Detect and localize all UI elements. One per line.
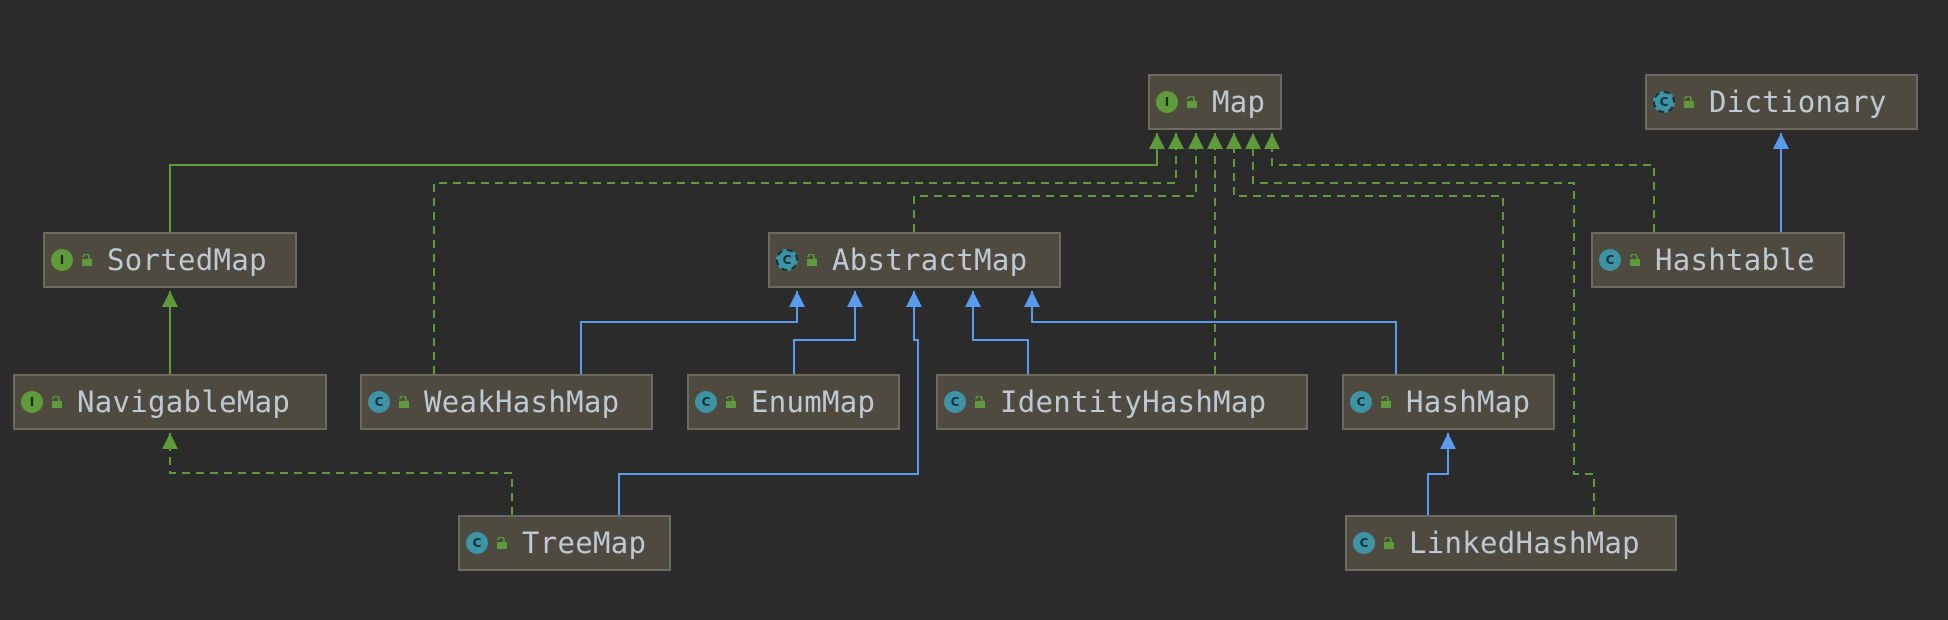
- class-icon: C: [466, 532, 488, 554]
- node-identityhashmap[interactable]: C IdentityHashMap: [936, 374, 1308, 430]
- interface-icon: I: [51, 249, 73, 271]
- edge-linkedhashmap-to-hashmap: [1427, 433, 1456, 515]
- edge-linkedhashmap-to-map: [1245, 133, 1595, 515]
- class-icon: C: [695, 391, 717, 413]
- node-hashmap[interactable]: C HashMap: [1342, 374, 1555, 430]
- node-label: HashMap: [1406, 385, 1531, 419]
- edge-treemap-to-navigablemap: [162, 433, 513, 515]
- class-icon: C: [1353, 532, 1375, 554]
- edge-enummap-to-abstractmap: [793, 291, 863, 374]
- lock-icon: [497, 537, 507, 549]
- lock-icon: [1381, 396, 1391, 408]
- node-label: NavigableMap: [77, 385, 291, 419]
- lock-icon: [807, 254, 817, 266]
- node-navigablemap[interactable]: I NavigableMap: [13, 374, 327, 430]
- lock-icon: [975, 396, 985, 408]
- node-label: Dictionary: [1709, 85, 1887, 119]
- node-treemap[interactable]: C TreeMap: [458, 515, 671, 571]
- abstract-class-icon: C: [776, 249, 798, 271]
- edge-hashmap-to-map: [1226, 133, 1504, 374]
- node-hashtable[interactable]: C Hashtable: [1591, 232, 1845, 288]
- node-weakhashmap[interactable]: C WeakHashMap: [360, 374, 653, 430]
- node-sortedmap[interactable]: I SortedMap: [43, 232, 297, 288]
- node-map[interactable]: I Map: [1148, 74, 1282, 130]
- node-abstractmap[interactable]: C AbstractMap: [768, 232, 1061, 288]
- node-label: SortedMap: [107, 243, 267, 277]
- lock-icon: [399, 396, 409, 408]
- node-label: EnumMap: [751, 385, 876, 419]
- node-label: Hashtable: [1655, 243, 1815, 277]
- node-linkedhashmap[interactable]: C LinkedHashMap: [1345, 515, 1677, 571]
- lock-icon: [1630, 254, 1640, 266]
- node-enummap[interactable]: C EnumMap: [687, 374, 900, 430]
- node-dictionary[interactable]: C Dictionary: [1645, 74, 1918, 130]
- interface-icon: I: [21, 391, 43, 413]
- node-label: Map: [1212, 85, 1266, 119]
- class-icon: C: [1599, 249, 1621, 271]
- node-label: IdentityHashMap: [1000, 385, 1267, 419]
- lock-icon: [726, 396, 736, 408]
- edge-weakhashmap-to-abstractmap: [580, 291, 805, 374]
- abstract-class-icon: C: [1653, 91, 1675, 113]
- interface-icon: I: [1156, 91, 1178, 113]
- class-icon: C: [368, 391, 390, 413]
- node-label: WeakHashMap: [424, 385, 620, 419]
- node-label: LinkedHashMap: [1409, 526, 1640, 560]
- class-icon: C: [1350, 391, 1372, 413]
- class-icon: C: [944, 391, 966, 413]
- lock-icon: [52, 396, 62, 408]
- lock-icon: [82, 254, 92, 266]
- lock-icon: [1187, 96, 1197, 108]
- lock-icon: [1384, 537, 1394, 549]
- lock-icon: [1684, 96, 1694, 108]
- node-label: AbstractMap: [832, 243, 1028, 277]
- node-label: TreeMap: [522, 526, 647, 560]
- edge-identityhashmap-to-abstractmap: [965, 291, 1029, 374]
